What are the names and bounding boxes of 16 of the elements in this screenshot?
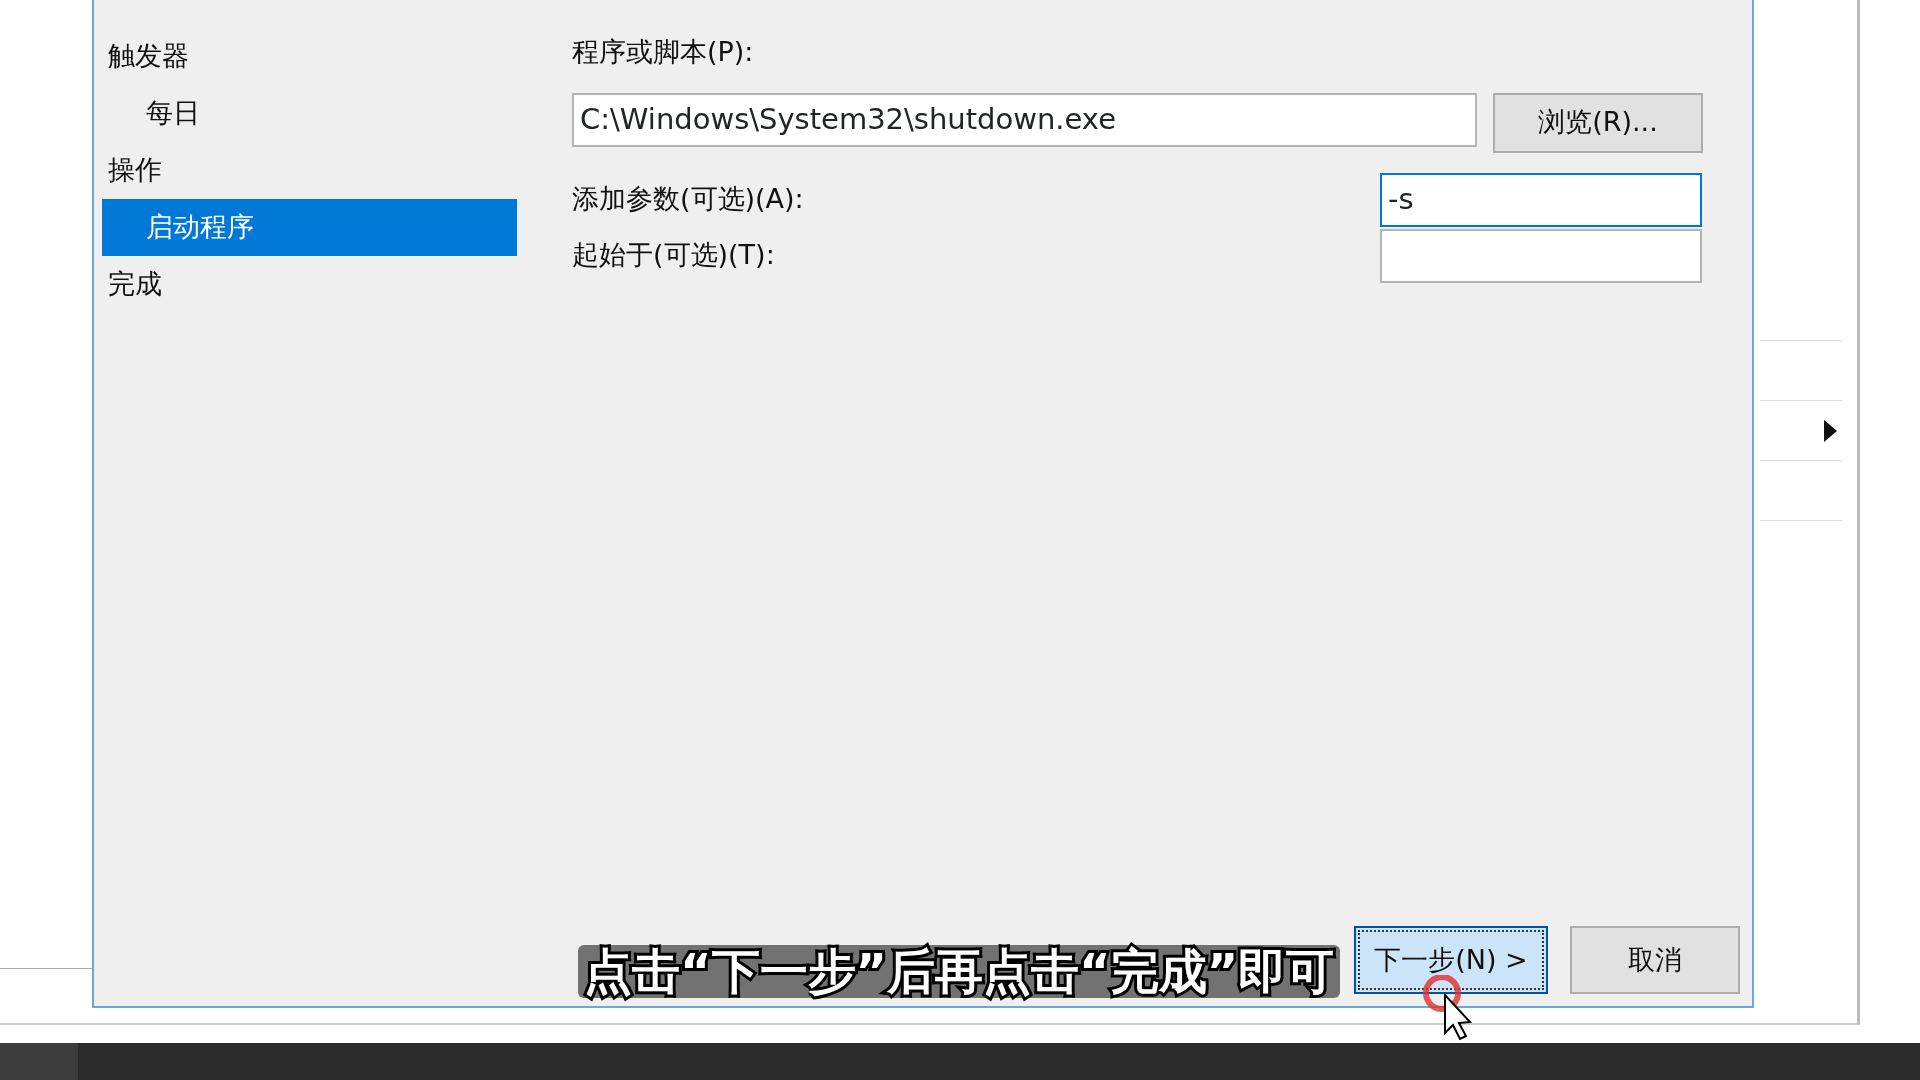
input-field[interactable]: -s (1380, 172, 1702, 227)
program-input-field[interactable]: C:\Windows\System32\shutdown.exe (572, 92, 1477, 147)
browse-button[interactable]: 浏览(R)... (1493, 92, 1703, 153)
subtitle-caption: 点击“下一步”后再点击“完成”即可 (578, 945, 1341, 998)
input-field[interactable] (1380, 228, 1702, 283)
field-label: 程序或脚本(P): (572, 35, 755, 69)
expand-arrow-icon[interactable] (1824, 420, 1838, 442)
next-button[interactable]: 下一步(N) > (1354, 926, 1548, 994)
sidebar-item[interactable]: 启动程序 (102, 199, 517, 256)
sidebar-item[interactable]: 操作 (102, 142, 517, 199)
sidebar-item[interactable]: 触发器 (102, 28, 517, 85)
cancel-button[interactable]: 取消 (1570, 926, 1740, 994)
field-label: 添加参数(可选)(A): (572, 182, 804, 217)
sidebar-item[interactable]: 每日 (102, 85, 517, 142)
field-label: 起始于(可选)(T): (572, 238, 775, 273)
sidebar-item[interactable]: 完成 (102, 256, 517, 313)
